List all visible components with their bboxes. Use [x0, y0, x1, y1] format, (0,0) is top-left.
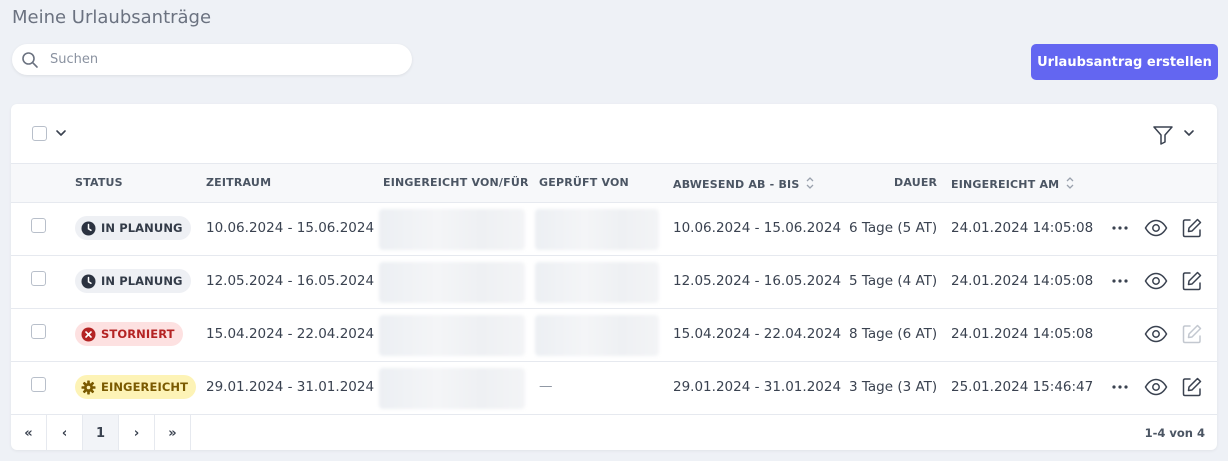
zeitraum-cell: 10.06.2024 - 15.06.2024 — [206, 220, 375, 236]
search-input[interactable] — [50, 52, 400, 67]
page-title: Meine Urlaubsanträge — [12, 7, 212, 28]
status-badge: EINGEREICHT — [75, 375, 197, 399]
reviewed-by-empty: — — [539, 378, 553, 394]
reviewed-by-redacted — [535, 209, 659, 250]
page-next-button[interactable]: › — [119, 415, 155, 450]
col-header-status[interactable]: STATUS — [75, 176, 123, 189]
status-label: EINGEREICHT — [101, 380, 189, 394]
page-number-button[interactable]: 1 — [83, 415, 119, 450]
edit-icon[interactable] — [1181, 270, 1203, 292]
page-last-button[interactable]: » — [155, 415, 191, 450]
chevron-down-icon[interactable] — [1183, 127, 1195, 139]
gear-icon — [81, 380, 96, 394]
search-box[interactable] — [12, 44, 412, 75]
col-header-abwesend[interactable]: ABWESEND AB - BIS — [673, 176, 815, 191]
zeitraum-cell: 12.05.2024 - 16.05.2024 — [206, 273, 375, 289]
abwesend-cell: 10.06.2024 - 15.06.2024 — [673, 220, 842, 236]
table-toolbar — [11, 104, 1217, 164]
eingereicht-am-cell: 24.01.2024 14:05:08 — [951, 273, 1094, 289]
page-count: 1-4 von 4 — [1144, 426, 1205, 440]
status-label: STORNIERT — [101, 327, 175, 341]
dauer-cell: 3 Tage (3 AT) — [849, 379, 938, 395]
row-checkbox[interactable] — [31, 377, 46, 392]
clock-icon — [81, 274, 96, 288]
select-all-checkbox[interactable] — [32, 126, 47, 141]
status-label: IN PLANUNG — [101, 221, 183, 235]
sort-icon[interactable] — [1065, 176, 1075, 190]
row-checkbox[interactable] — [31, 324, 46, 339]
eingereicht-am-cell: 25.01.2024 15:46:47 — [951, 379, 1094, 395]
edit-icon[interactable] — [1181, 217, 1203, 239]
chevron-down-icon[interactable] — [55, 127, 67, 139]
status-badge: IN PLANUNG — [75, 269, 191, 293]
status-badge: IN PLANUNG — [75, 216, 191, 240]
sort-icon[interactable] — [805, 176, 815, 190]
table-row[interactable]: EINGEREICHT 29.01.2024 - 31.01.2024 — 29… — [11, 362, 1217, 415]
more-icon[interactable] — [1111, 225, 1129, 231]
requests-table-card: STATUS ZEITRAUM EINGEREICHT VON/FÜR GEPR… — [11, 104, 1217, 450]
table-row[interactable]: STORNIERT 15.04.2024 - 22.04.2024 15.04.… — [11, 309, 1217, 362]
col-header-dauer[interactable]: DAUER — [894, 176, 937, 189]
abwesend-cell: 29.01.2024 - 31.01.2024 — [673, 379, 842, 395]
status-label: IN PLANUNG — [101, 274, 183, 288]
dauer-cell: 6 Tage (5 AT) — [849, 220, 938, 236]
cancel-icon — [81, 327, 96, 341]
col-header-eingereicht-am[interactable]: EINGEREICHT AM — [951, 176, 1075, 191]
col-header-geprueft-von[interactable]: GEPRÜFT VON — [539, 176, 629, 189]
zeitraum-cell: 15.04.2024 - 22.04.2024 — [206, 326, 375, 342]
edit-icon[interactable] — [1181, 376, 1203, 398]
submitted-by-redacted — [379, 262, 525, 303]
col-header-abwesend-label: ABWESEND AB - BIS — [673, 178, 800, 191]
row-checkbox[interactable] — [31, 218, 46, 233]
submitted-by-redacted — [379, 368, 525, 409]
table-header: STATUS ZEITRAUM EINGEREICHT VON/FÜR GEPR… — [11, 164, 1217, 203]
submitted-by-redacted — [379, 209, 525, 250]
create-leave-request-button[interactable]: Urlaubsantrag erstellen — [1031, 44, 1218, 80]
dauer-cell: 5 Tage (4 AT) — [849, 273, 938, 289]
abwesend-cell: 12.05.2024 - 16.05.2024 — [673, 273, 842, 289]
more-icon[interactable] — [1111, 278, 1129, 284]
clock-icon — [81, 221, 96, 235]
eingereicht-am-cell: 24.01.2024 14:05:08 — [951, 326, 1094, 342]
eye-icon[interactable] — [1144, 219, 1168, 237]
eye-icon[interactable] — [1144, 378, 1168, 396]
row-checkbox[interactable] — [31, 271, 46, 286]
col-header-eingereicht-von[interactable]: EINGEREICHT VON/FÜR — [383, 176, 529, 189]
dauer-cell: 8 Tage (6 AT) — [849, 326, 938, 342]
table-row[interactable]: IN PLANUNG 10.06.2024 - 15.06.2024 10.06… — [11, 203, 1217, 256]
filter-icon[interactable] — [1152, 124, 1174, 146]
table-row[interactable]: IN PLANUNG 12.05.2024 - 16.05.2024 12.05… — [11, 256, 1217, 309]
reviewed-by-redacted — [535, 315, 659, 356]
status-badge: STORNIERT — [75, 322, 183, 346]
submitted-by-redacted — [379, 315, 525, 356]
eingereicht-am-cell: 24.01.2024 14:05:08 — [951, 220, 1094, 236]
search-icon — [22, 52, 38, 68]
eye-icon[interactable] — [1144, 272, 1168, 290]
edit-icon-disabled — [1182, 324, 1202, 344]
pagination: « ‹ 1 › » 1-4 von 4 — [11, 414, 1217, 450]
page-first-button[interactable]: « — [11, 415, 47, 450]
page-prev-button[interactable]: ‹ — [47, 415, 83, 450]
abwesend-cell: 15.04.2024 - 22.04.2024 — [673, 326, 842, 342]
reviewed-by-redacted — [535, 262, 659, 303]
zeitraum-cell: 29.01.2024 - 31.01.2024 — [206, 379, 375, 395]
eye-icon[interactable] — [1144, 325, 1168, 343]
more-icon[interactable] — [1111, 384, 1129, 390]
col-header-eingereicht-am-label: EINGEREICHT AM — [951, 178, 1060, 191]
col-header-zeitraum[interactable]: ZEITRAUM — [206, 176, 271, 189]
